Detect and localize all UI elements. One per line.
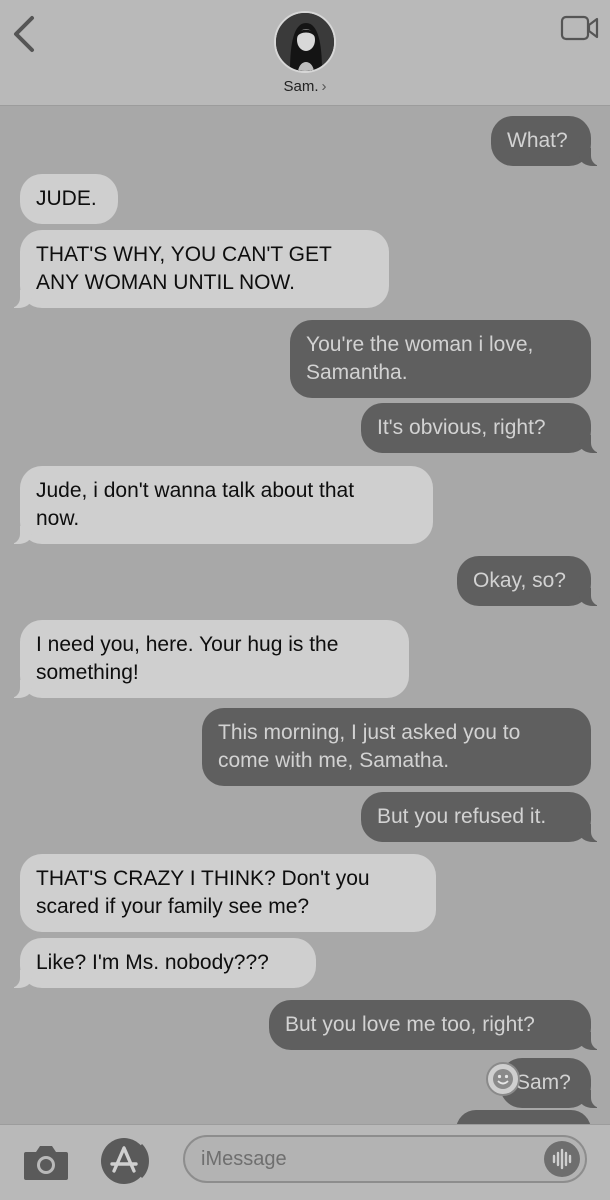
message-bubble-outgoing[interactable]: What? [491, 116, 603, 166]
message-bubble-incoming[interactable]: Like? I'm Ms. nobody??? [8, 938, 316, 988]
message-bubble-outgoing[interactable]: Okay, so? [457, 556, 603, 606]
message-bubble-outgoing[interactable]: You're the woman i love, Samantha. [290, 320, 591, 398]
conversation-header: Sam. › [0, 0, 610, 106]
camera-icon[interactable] [22, 1142, 70, 1182]
imessage-field[interactable] [183, 1135, 587, 1183]
message-bubble-incoming[interactable]: THAT'S CRAZY I THINK? Don't you scared i… [20, 854, 436, 932]
composer-bar [0, 1124, 610, 1200]
message-bubble-outgoing[interactable]: But you love me too, right? [269, 1000, 603, 1050]
contact-name: Sam. [283, 78, 319, 95]
chevron-right-icon: › [321, 78, 327, 95]
message-bubble-incoming[interactable]: Jude, i don't wanna talk about that now. [8, 466, 433, 544]
message-bubble-outgoing[interactable]: But you refused it. [361, 792, 603, 842]
contact-name-row[interactable]: Sam. › [0, 78, 610, 95]
sticker-icon[interactable] [486, 1062, 520, 1096]
back-chevron-icon[interactable] [8, 12, 42, 56]
message-bubble-outgoing[interactable]: It's obvious, right? [361, 403, 603, 453]
message-bubble-outgoing-partial [456, 1110, 591, 1124]
message-list[interactable]: What? JUDE. THAT'S WHY, YOU CAN'T GET AN… [0, 106, 610, 1124]
video-camera-icon[interactable] [560, 14, 600, 42]
audio-waveform-icon[interactable] [544, 1141, 580, 1177]
message-input[interactable] [201, 1143, 531, 1175]
message-bubble-incoming[interactable]: JUDE. [20, 174, 118, 224]
message-bubble-incoming[interactable]: THAT'S WHY, YOU CAN'T GET ANY WOMAN UNTI… [8, 230, 389, 308]
app-store-icon[interactable] [98, 1137, 152, 1185]
contact-avatar[interactable] [274, 11, 336, 73]
message-bubble-outgoing[interactable]: This morning, I just asked you to come w… [202, 708, 591, 786]
message-bubble-incoming[interactable]: I need you, here. Your hug is the someth… [8, 620, 409, 698]
